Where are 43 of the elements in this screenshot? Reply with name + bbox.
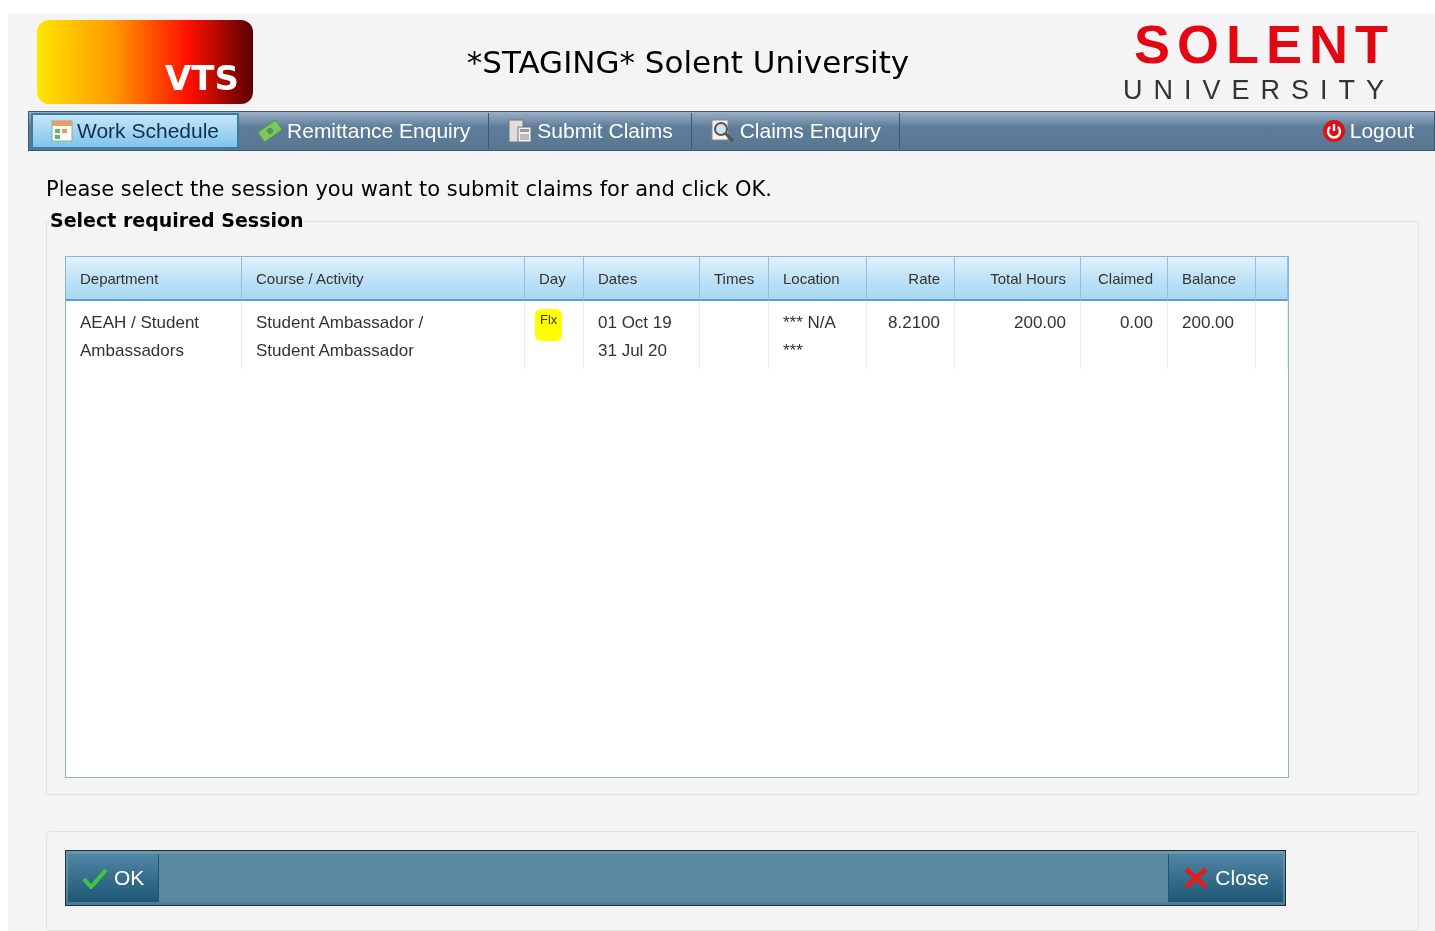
table-cell: Flx — [535, 309, 563, 341]
column-header[interactable]: Department — [66, 257, 242, 301]
table-cell-text: 200.00 — [1182, 312, 1234, 334]
page-title: *STAGING* Solent University — [465, 44, 911, 81]
power-icon — [1321, 119, 1346, 144]
table-cell-text: Student Ambassador — [256, 340, 414, 362]
column-header[interactable]: Balance — [1168, 257, 1256, 301]
search-icon — [709, 118, 736, 145]
column-header[interactable]: Dates — [584, 257, 700, 301]
logout-button[interactable]: Logout — [1303, 113, 1432, 149]
calculator-icon — [507, 118, 534, 145]
column-header[interactable]: Total Hours — [955, 257, 1081, 301]
table-cell-text: *** — [783, 340, 803, 362]
table-cell-text: 200.00 — [1014, 312, 1066, 334]
column-header[interactable]: Claimed — [1081, 257, 1168, 301]
instruction-text: Please select the session you want to submit claims for and click OK. — [46, 177, 773, 201]
table-cell-text: 8.2100 — [888, 312, 940, 334]
calendar-icon — [51, 120, 73, 143]
nav-tab[interactable]: Work Schedule — [31, 113, 240, 149]
table-cell-text: 01 Oct 19 — [598, 312, 672, 334]
column-header[interactable]: Course / Activity — [242, 257, 525, 301]
table-cell-text: Ambassadors — [80, 340, 184, 362]
column-header[interactable]: Rate — [867, 257, 955, 301]
column-header[interactable]: Location — [769, 257, 867, 301]
brand-subtitle: UNIVERSITY — [1122, 74, 1395, 106]
table-cell-text: Student Ambassador / — [256, 312, 424, 334]
table-cell-text: *** N/A — [783, 312, 836, 334]
close-button[interactable]: Close — [1169, 854, 1283, 902]
nav-tab[interactable]: Claims Enquiry — [691, 113, 900, 149]
nav-tab[interactable]: Submit Claims — [489, 113, 692, 149]
logo-text: VTS — [165, 58, 239, 99]
column-header — [1256, 257, 1288, 301]
table-cell-text: AEAH / Student — [80, 312, 200, 334]
brand-name: SOLENT — [1134, 18, 1395, 69]
close-icon — [1183, 866, 1210, 890]
nav-tab[interactable]: Remittance Enquiry — [239, 113, 490, 149]
check-icon — [82, 867, 108, 889]
column-header[interactable]: Times — [700, 257, 769, 301]
table-cell-text: 0.00 — [1119, 312, 1153, 334]
ok-button[interactable]: OK — [68, 854, 159, 902]
group-title: Select required Session — [50, 209, 304, 231]
table-cell-text: 31 Jul 20 — [598, 340, 667, 362]
column-header[interactable]: Day — [525, 257, 584, 301]
